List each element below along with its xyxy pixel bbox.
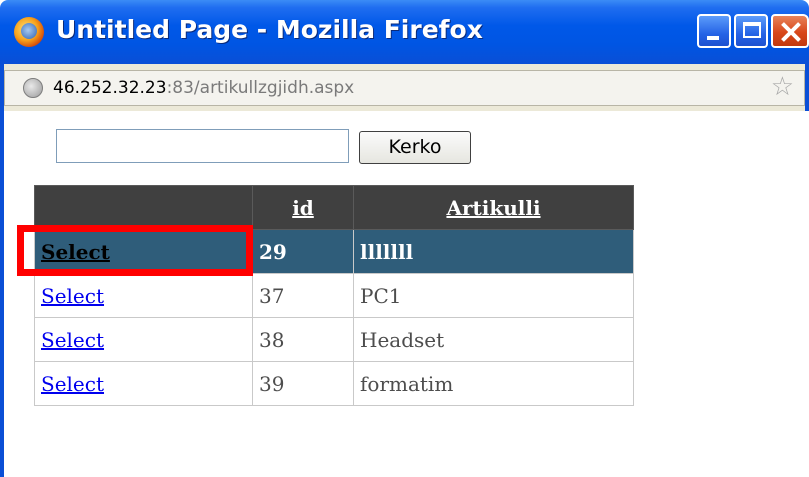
artikulli-cell: lllllll: [353, 229, 634, 274]
select-link[interactable]: Select: [41, 284, 104, 308]
page-content: Kerko id Artikulli Select 29 lllllll Sel…: [0, 111, 809, 477]
select-link[interactable]: Select: [41, 240, 110, 264]
url-text: 46.252.32.23:83/artikullzgjidh.aspx: [53, 78, 354, 98]
header-artikulli[interactable]: Artikulli: [353, 185, 634, 230]
table-row: Select 29 lllllll: [34, 229, 634, 274]
star-icon[interactable]: ☆: [771, 72, 794, 102]
id-cell: 37: [252, 273, 354, 318]
search-input[interactable]: [56, 129, 349, 163]
minimize-button[interactable]: [697, 14, 731, 48]
table-row: Select 38 Headset: [34, 317, 634, 362]
table-header-row: id Artikulli: [34, 185, 634, 230]
sort-id-link[interactable]: id: [292, 196, 314, 220]
select-cell: Select: [34, 273, 253, 318]
table-row: Select 39 formatim: [34, 361, 634, 406]
firefox-icon: [14, 17, 44, 47]
url-path: :83/artikullzgjidh.aspx: [166, 78, 355, 98]
globe-icon: [23, 78, 43, 98]
address-bar: 46.252.32.23:83/artikullzgjidh.aspx ☆: [0, 64, 809, 111]
select-cell: Select: [34, 317, 253, 362]
select-link[interactable]: Select: [41, 328, 104, 352]
title-bar: Untitled Page - Mozilla Firefox: [0, 0, 809, 64]
artikulli-cell: formatim: [353, 361, 634, 406]
sort-artikulli-link[interactable]: Artikulli: [446, 196, 540, 220]
select-cell: Select: [34, 229, 253, 274]
artikulli-cell: PC1: [353, 273, 634, 318]
window-title: Untitled Page - Mozilla Firefox: [56, 15, 483, 44]
select-cell: Select: [34, 361, 253, 406]
url-field[interactable]: 46.252.32.23:83/artikullzgjidh.aspx ☆: [4, 70, 805, 106]
id-cell: 38: [252, 317, 354, 362]
id-cell: 29: [252, 229, 354, 274]
maximize-button[interactable]: [734, 14, 768, 48]
artikulli-cell: Headset: [353, 317, 634, 362]
header-id[interactable]: id: [252, 185, 354, 230]
table-row: Select 37 PC1: [34, 273, 634, 318]
select-link[interactable]: Select: [41, 372, 104, 396]
kerko-button[interactable]: Kerko: [359, 131, 471, 164]
articles-table: id Artikulli Select 29 lllllll Select 37…: [34, 185, 634, 406]
id-cell: 39: [252, 361, 354, 406]
header-select: [34, 185, 253, 230]
close-button[interactable]: [771, 14, 809, 48]
url-host: 46.252.32.23: [53, 78, 167, 98]
